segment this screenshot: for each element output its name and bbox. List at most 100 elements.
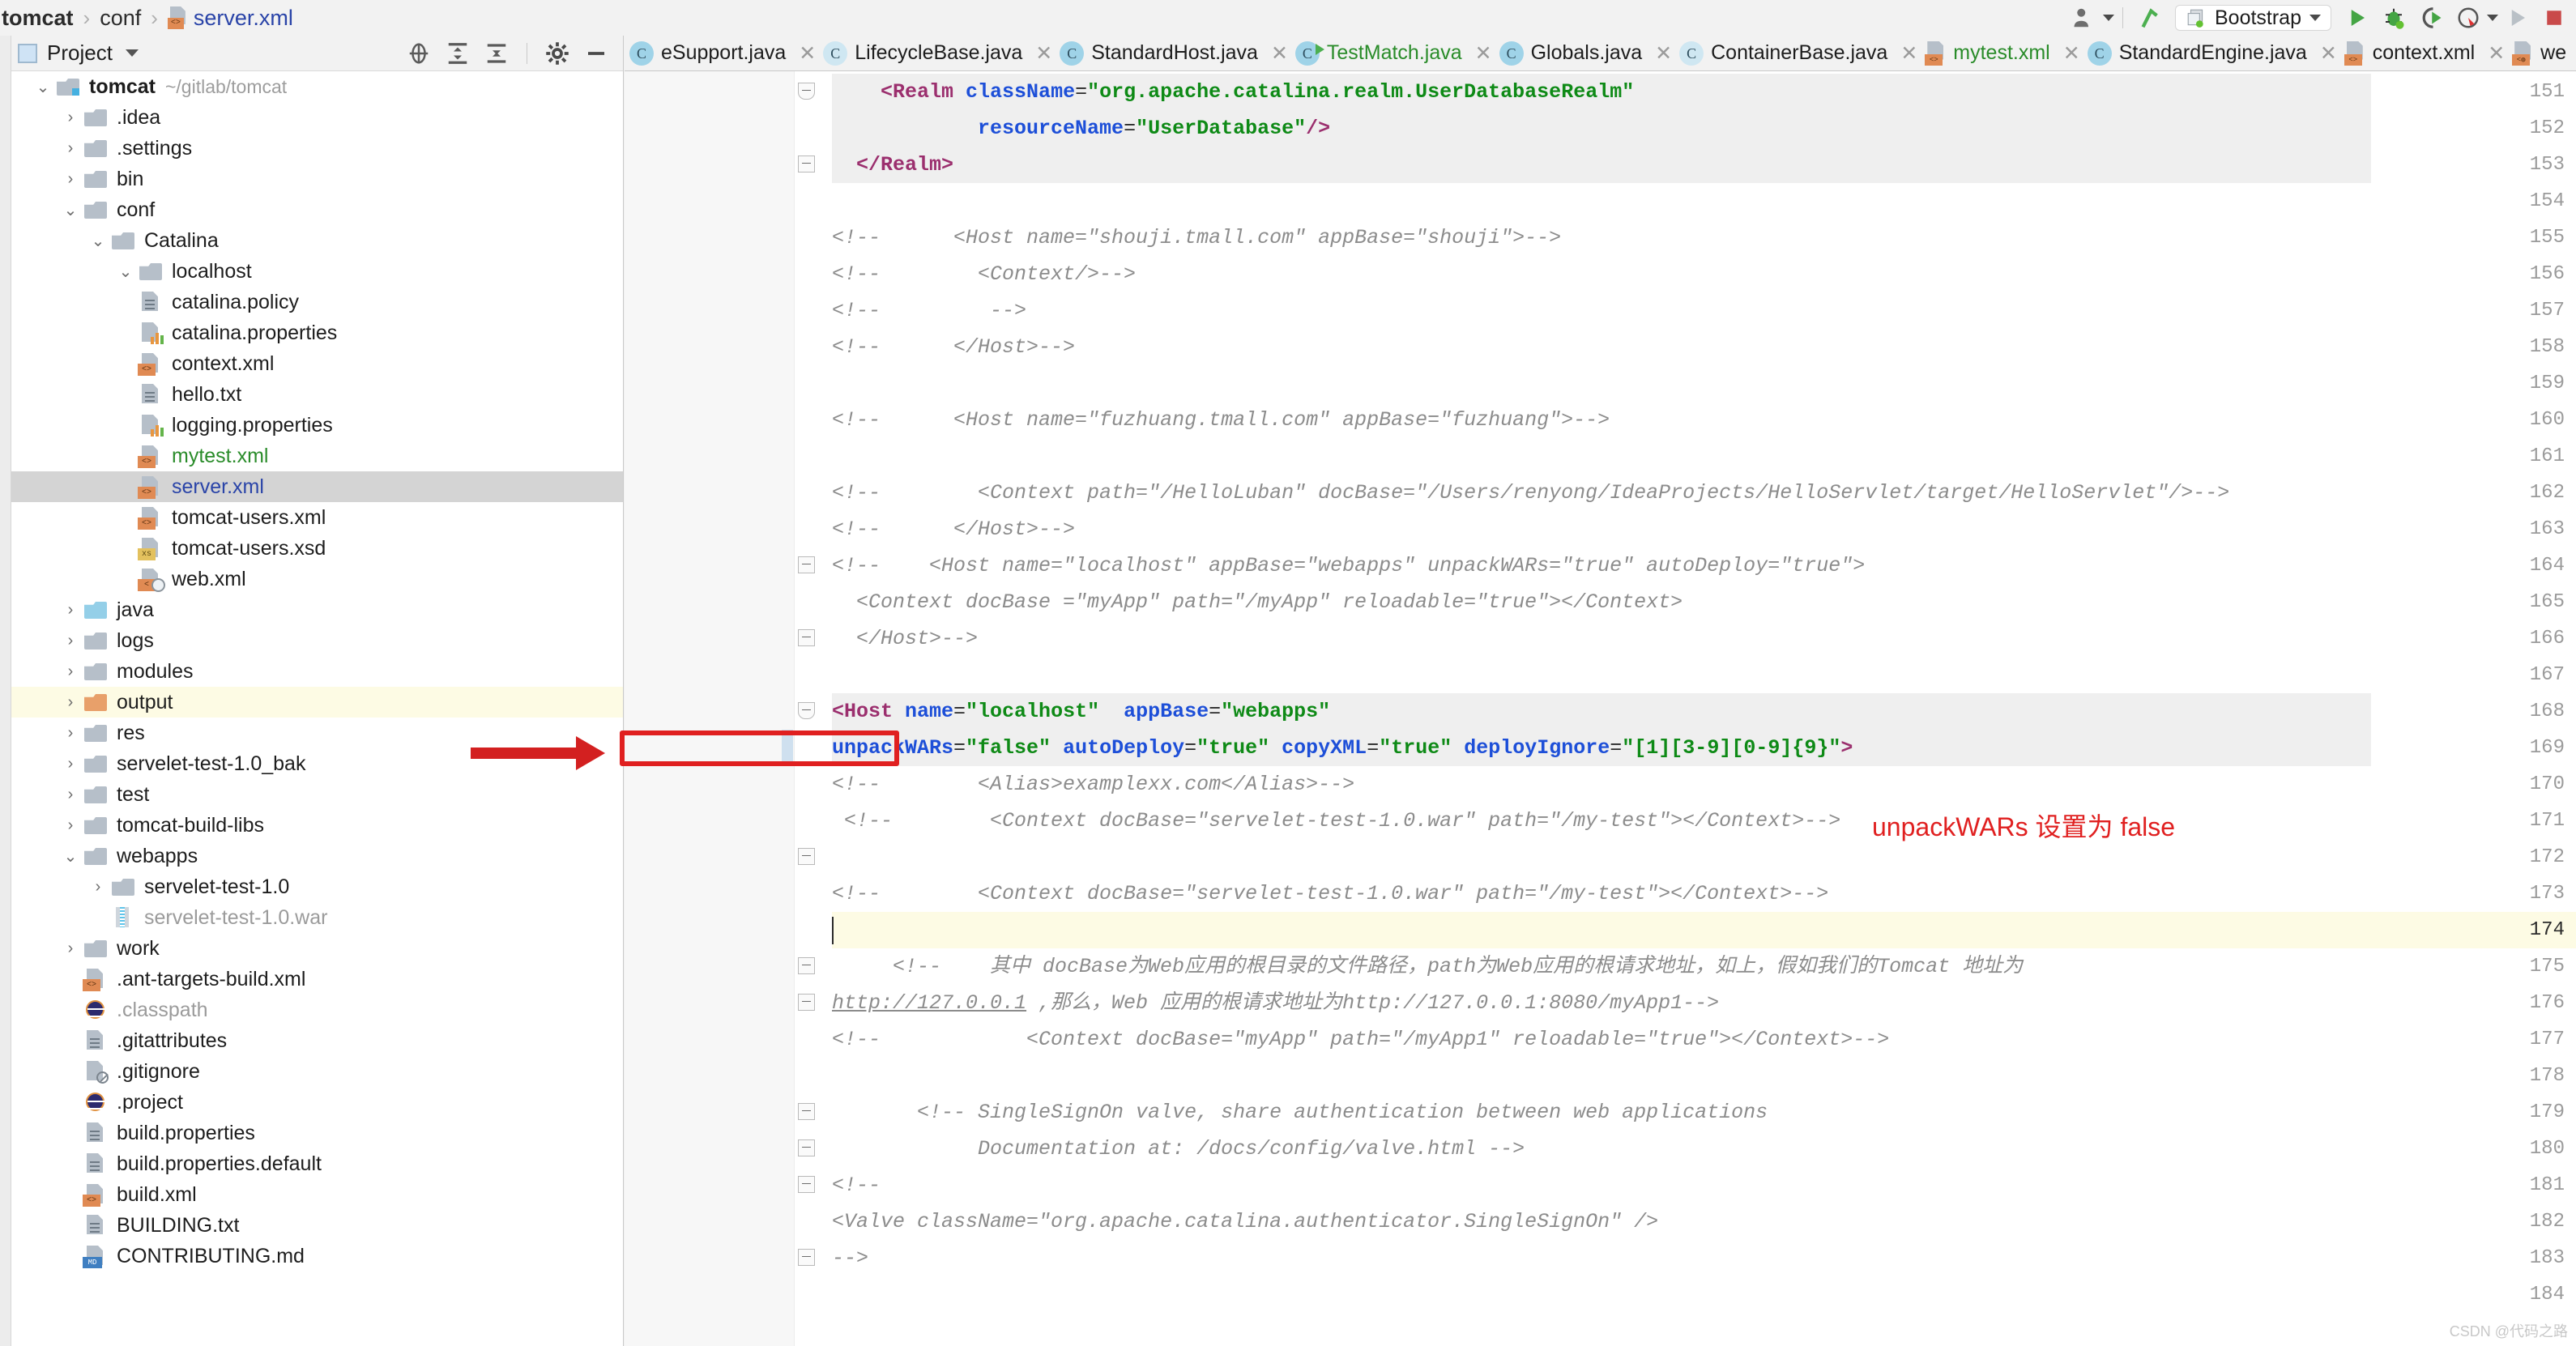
tree-node-server-xml[interactable]: <> server.xml: [11, 471, 623, 502]
code-line[interactable]: </Realm>: [832, 147, 953, 183]
code-line[interactable]: <!-- <Context docBase="servelet-test-1.0…: [832, 803, 1840, 839]
tree-node-catalina[interactable]: ⌄ Catalina: [11, 225, 623, 256]
editor-tab-bar[interactable]: CeSupport.java ✕ C LifecycleBase.java ✕ C Stan…: [625, 36, 2576, 71]
tree-node--ant-targets-build-xml[interactable]: <> .ant-targets-build.xml: [11, 964, 623, 995]
tree-node--settings[interactable]: › .settings: [11, 133, 623, 164]
tree-node-web-xml[interactable]: < web.xml: [11, 564, 623, 594]
tree-node-webapps[interactable]: ⌄ webapps: [11, 841, 623, 871]
tree-node-tomcat[interactable]: ⌄ tomcat ~/gitlab/tomcat: [11, 71, 623, 102]
run-with-coverage-icon[interactable]: [2412, 0, 2450, 36]
code-line[interactable]: -->: [832, 1240, 868, 1276]
tab-close-icon[interactable]: ✕: [1475, 41, 1492, 66]
tree-node-toggle-collapsed-icon[interactable]: ›: [58, 662, 83, 681]
tree-node-servelet-test-1-0[interactable]: › servelet-test-1.0: [11, 871, 623, 902]
tree-node--classpath[interactable]: .classpath: [11, 995, 623, 1025]
stop-icon[interactable]: [2535, 0, 2573, 36]
tree-node--gitignore[interactable]: .gitignore: [11, 1056, 623, 1087]
code-fold-marker-icon[interactable]: [798, 957, 816, 975]
tree-node-context-xml[interactable]: <> context.xml: [11, 348, 623, 379]
profile-icon[interactable]: [2450, 0, 2487, 36]
editor-gutter[interactable]: [625, 71, 795, 1346]
code-fold-marker-icon[interactable]: [798, 155, 816, 173]
tab-close-icon[interactable]: ✕: [1900, 41, 1917, 66]
code-fold-marker-icon[interactable]: [798, 1249, 816, 1267]
code-line[interactable]: <!-- <Host name="shouji.tmall.com" appBa…: [832, 219, 1561, 256]
expand-all-icon[interactable]: [441, 37, 475, 70]
tree-node-toggle-expanded-icon[interactable]: ⌄: [58, 846, 83, 867]
code-line[interactable]: <!--: [832, 1167, 881, 1203]
debug-icon[interactable]: [2375, 0, 2412, 36]
code-line[interactable]: <!-- <Alias>examplexx.com</Alias>-->: [832, 766, 1354, 803]
breadcrumb-folder[interactable]: conf: [100, 6, 141, 31]
code-line[interactable]: <!-- <Host name="fuzhuang.tmall.com" app…: [832, 402, 1610, 438]
tree-node-toggle-collapsed-icon[interactable]: ›: [58, 724, 83, 743]
tree-node-mytest-xml[interactable]: <> mytest.xml: [11, 441, 623, 471]
tree-node--gitattributes[interactable]: .gitattributes: [11, 1025, 623, 1056]
code-fold-marker-icon[interactable]: [798, 1103, 816, 1121]
tree-node-hello-txt[interactable]: hello.txt: [11, 379, 623, 410]
project-tree[interactable]: ⌄ tomcat ~/gitlab/tomcat › .idea › .settings › b…: [11, 71, 623, 1346]
tree-node-output[interactable]: › output: [11, 687, 623, 718]
code-fold-marker-icon[interactable]: [798, 83, 816, 100]
tree-node-toggle-collapsed-icon[interactable]: ›: [58, 170, 83, 189]
user-menu-chevron-down-icon[interactable]: [2102, 15, 2114, 21]
vcs-change-marker[interactable]: [782, 730, 793, 766]
tree-node-work[interactable]: › work: [11, 933, 623, 964]
tree-node-toggle-collapsed-icon[interactable]: ›: [58, 786, 83, 804]
tree-node-toggle-expanded-icon[interactable]: ⌄: [113, 262, 138, 282]
vcs-update-icon[interactable]: [2131, 0, 2169, 36]
tree-node-tomcat-users-xml[interactable]: <> tomcat-users.xml: [11, 502, 623, 533]
editor-tab-lifecyclebase-java[interactable]: ✕ C LifecycleBase.java: [791, 36, 1027, 70]
tree-node-toggle-collapsed-icon[interactable]: ›: [58, 693, 83, 712]
tree-node--idea[interactable]: › .idea: [11, 102, 623, 133]
tree-node-java[interactable]: › java: [11, 594, 623, 625]
locate-icon[interactable]: [402, 37, 436, 70]
code-line[interactable]: <!-- <Context/>-->: [832, 256, 1136, 292]
code-line[interactable]: <Realm className="org.apache.catalina.re…: [832, 74, 1634, 110]
tree-node-toggle-collapsed-icon[interactable]: ›: [58, 109, 83, 127]
tree-node-toggle-collapsed-icon[interactable]: ›: [58, 632, 83, 650]
editor-tab-mytest-xml[interactable]: ✕ <> mytest.xml: [1892, 36, 2054, 70]
code-editor[interactable]: <Realm className="org.apache.catalina.re…: [471, 71, 2576, 1346]
code-line[interactable]: <!-- </Host>-->: [832, 511, 1075, 547]
project-view-chevron-down-icon[interactable]: [125, 49, 139, 57]
editor-tab-testmatch-java[interactable]: ✕ C TestMatch.java: [1263, 36, 1467, 70]
tree-node-toggle-collapsed-icon[interactable]: ›: [58, 601, 83, 620]
tab-close-icon[interactable]: ✕: [799, 41, 816, 66]
code-line[interactable]: <Host name="localhost" appBase="webapps": [832, 693, 1330, 730]
tree-node-build-properties[interactable]: build.properties: [11, 1118, 623, 1148]
run-icon[interactable]: [2338, 0, 2375, 36]
tree-node-catalina-policy[interactable]: catalina.policy: [11, 287, 623, 317]
user-avatar-icon[interactable]: [2066, 0, 2103, 36]
code-line[interactable]: <Valve className="org.apache.catalina.au…: [832, 1203, 1658, 1240]
code-line[interactable]: <!-- -->: [832, 292, 1026, 329]
tree-node-tomcat-build-libs[interactable]: › tomcat-build-libs: [11, 810, 623, 841]
editor-tab-context-xml[interactable]: ✕ <> context.xml: [2312, 36, 2480, 70]
code-fold-marker-icon[interactable]: [798, 556, 816, 574]
tree-node--project[interactable]: .project: [11, 1087, 623, 1118]
tree-node-res[interactable]: › res: [11, 718, 623, 748]
tree-node-servelet-test-1-0-war[interactable]: servelet-test-1.0.war: [11, 902, 623, 933]
tree-node-build-properties-default[interactable]: build.properties.default: [11, 1148, 623, 1179]
tab-close-icon[interactable]: ✕: [1655, 41, 1672, 66]
left-tool-window-strip[interactable]: [0, 36, 11, 1346]
tree-node-logging-properties[interactable]: logging.properties: [11, 410, 623, 441]
editor-tab-esupport-java[interactable]: CeSupport.java: [625, 36, 791, 70]
code-line[interactable]: unpackWARs="false" autoDeploy="true" cop…: [832, 730, 1853, 766]
tree-node-toggle-collapsed-icon[interactable]: ›: [58, 139, 83, 158]
code-line[interactable]: <!-- <Host name="localhost" appBase="web…: [832, 547, 1865, 584]
tree-node-toggle-expanded-icon[interactable]: ⌄: [31, 77, 55, 97]
run-configuration-selector[interactable]: Bootstrap: [2174, 5, 2331, 31]
code-fold-marker-icon[interactable]: [798, 629, 816, 647]
code-line[interactable]: http://127.0.0.1 ,那么，Web 应用的根请求地址为http:/…: [832, 985, 1719, 1021]
code-fold-marker-icon[interactable]: [798, 994, 816, 1012]
code-line[interactable]: <Context docBase ="myApp" path="/myApp" …: [832, 584, 1683, 620]
code-line[interactable]: <!-- </Host>-->: [832, 329, 1075, 365]
code-line[interactable]: <!-- <Context docBase="servelet-test-1.0…: [832, 875, 1828, 912]
code-line[interactable]: <!-- <Context docBase="myApp" path="/myA…: [832, 1021, 1889, 1058]
tab-close-icon[interactable]: ✕: [1035, 41, 1052, 66]
code-line[interactable]: <!-- 其中 docBase为Web应用的根目录的文件路径，path为Web应…: [832, 948, 2023, 985]
code-line[interactable]: <!-- SingleSignOn valve, share authentic…: [832, 1094, 1768, 1131]
tree-node-catalina-properties[interactable]: catalina.properties: [11, 317, 623, 348]
tree-node-modules[interactable]: › modules: [11, 656, 623, 687]
